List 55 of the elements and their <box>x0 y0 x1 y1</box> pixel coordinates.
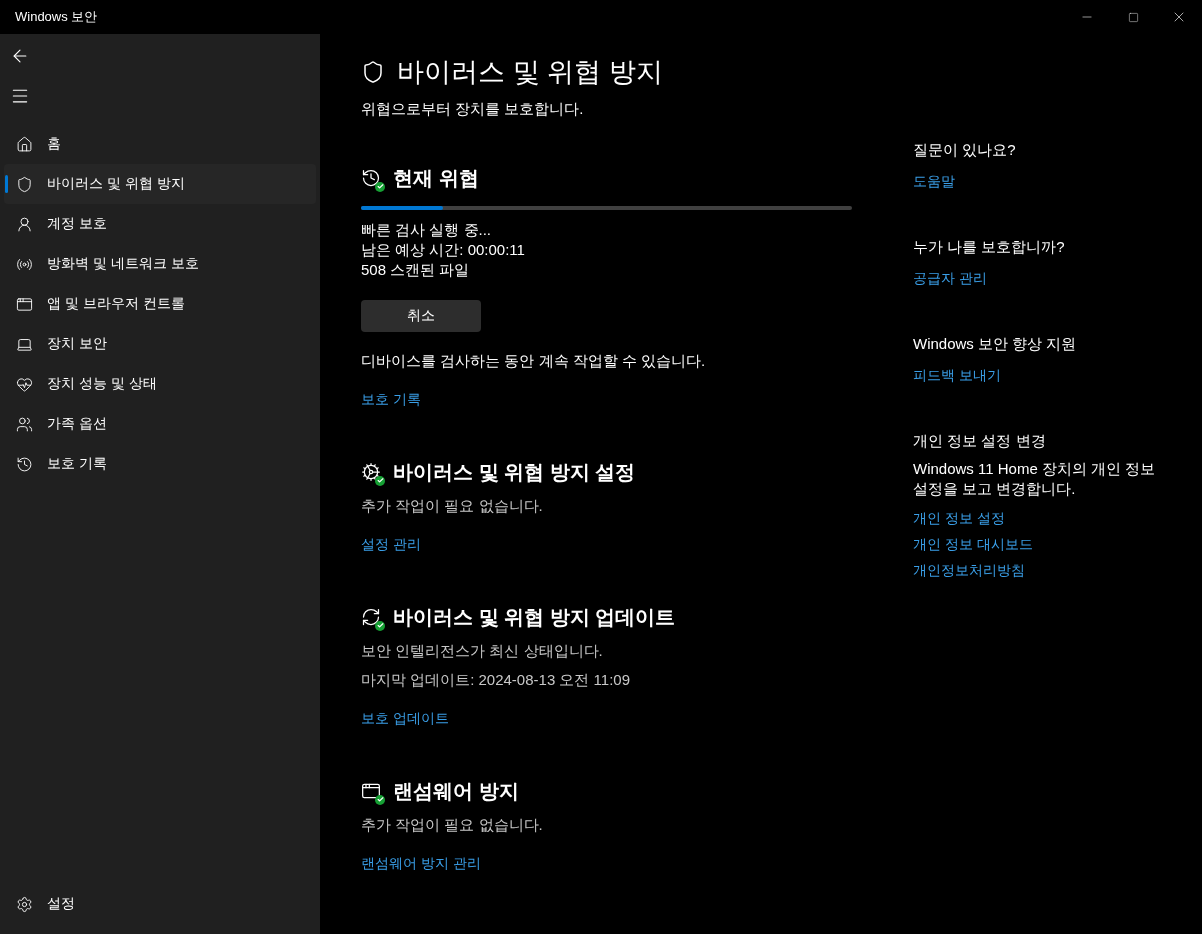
aside-link[interactable]: 개인정보처리방침 <box>913 557 1025 583</box>
aside-heading: 누가 나를 보호합니까? <box>913 238 1066 257</box>
aside-link[interactable]: 공급자 관리 <box>913 265 987 291</box>
page-title: 바이러스 및 위협 방지 <box>361 54 852 90</box>
people-icon <box>16 415 33 433</box>
person-icon <box>16 215 33 233</box>
status-text: 추가 작업이 필요 없습니다. <box>361 496 544 516</box>
status-text: 마지막 업데이트: 2024-08-13 오전 11:09 <box>361 670 631 690</box>
history-check-icon <box>361 167 383 190</box>
settings-icon <box>16 895 33 913</box>
section-title: 바이러스 및 위협 방지 업데이트 <box>361 604 852 631</box>
section-title: 랜섬웨어 방지 <box>361 778 852 805</box>
status-text: 508 스캔된 파일 <box>361 260 471 280</box>
section-title: 바이러스 및 위협 방지 설정 <box>361 459 852 486</box>
section-title: 현재 위협 <box>361 165 852 192</box>
selection-indicator <box>5 175 8 193</box>
refresh-check-icon <box>361 606 383 629</box>
cancel-button[interactable]: 취소 <box>361 300 481 332</box>
nav-item[interactable]: 계정 보호 <box>4 204 316 244</box>
history-icon <box>16 455 33 473</box>
section-link[interactable]: 설정 관리 <box>361 536 421 554</box>
nav-item[interactable]: 바이러스 및 위협 방지 <box>4 164 316 204</box>
section-link[interactable]: 랜섬웨어 방지 관리 <box>361 855 481 873</box>
nav-item[interactable]: 홈 <box>4 124 316 164</box>
nav-item[interactable]: 방화벽 및 네트워크 보호 <box>4 244 316 284</box>
nav-item[interactable]: 가족 옵션 <box>4 404 316 444</box>
aside-heading: 개인 정보 설정 변경 <box>913 432 1047 451</box>
window-title: Windows 보안 <box>14 8 99 26</box>
settings-button[interactable]: 설정 <box>4 884 316 924</box>
aside-heading: 질문이 있나요? <box>913 141 1017 160</box>
status-text: 보안 인텔리전스가 최신 상태입니다. <box>361 641 604 661</box>
status-text: 추가 작업이 필요 없습니다. <box>361 815 544 835</box>
aside-link[interactable]: 개인 정보 대시보드 <box>913 531 1033 557</box>
status-text: 남은 예상 시간: 00:00:11 <box>361 240 526 260</box>
shield-icon <box>16 175 33 193</box>
info-text: 디바이스를 검사하는 동안 계속 작업할 수 있습니다. <box>361 352 707 371</box>
section-link[interactable]: 보호 기록 <box>361 391 421 409</box>
aside-text: Windows 11 Home 장치의 개인 정보 설정을 보고 변경합니다. <box>913 459 1157 499</box>
nav-item[interactable]: 장치 보안 <box>4 324 316 364</box>
heart-pulse-icon <box>16 375 33 393</box>
gears-check-icon <box>361 461 383 484</box>
aside-link[interactable]: 도움말 <box>913 168 955 194</box>
shield-icon <box>361 60 385 84</box>
nav-item[interactable]: 앱 및 브라우저 컨트롤 <box>4 284 316 324</box>
status-text: 빠른 검사 실행 중... <box>361 220 492 240</box>
home-icon <box>16 135 33 153</box>
nav-item[interactable]: 장치 성능 및 상태 <box>4 364 316 404</box>
aside-link[interactable]: 피드백 보내기 <box>913 362 1001 388</box>
aside-link[interactable]: 개인 정보 설정 <box>913 505 1005 531</box>
page-subtitle: 위협으로부터 장치를 보호합니다. <box>361 100 585 119</box>
aside-heading: Windows 보안 향상 지원 <box>913 335 1078 354</box>
maximize-icon <box>1127 11 1139 23</box>
section-link[interactable]: 보호 업데이트 <box>361 710 449 728</box>
window-icon <box>16 295 33 313</box>
nav-item[interactable]: 보호 기록 <box>4 444 316 484</box>
